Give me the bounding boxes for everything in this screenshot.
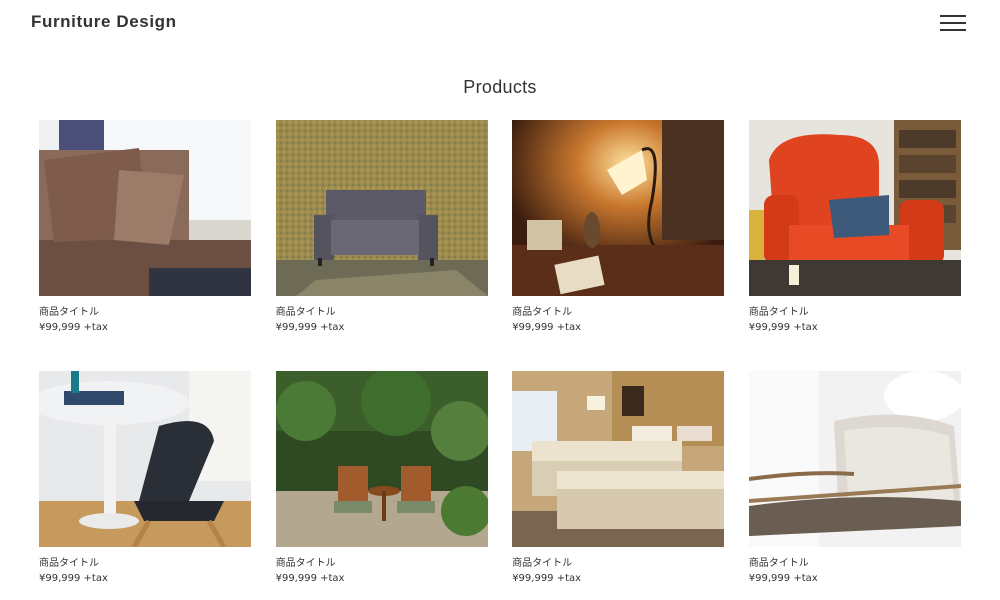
product-title[interactable]: 商品タイトル — [749, 306, 961, 319]
product-title[interactable]: 商品タイトル — [39, 557, 251, 570]
product-title[interactable]: 商品タイトル — [749, 557, 961, 570]
product-card[interactable]: 商品タイトル ¥99,999 +tax — [39, 120, 251, 334]
product-card[interactable]: 商品タイトル ¥99,999 +tax — [748, 120, 961, 334]
product-card[interactable]: 商品タイトル ¥99,999 +tax — [512, 120, 725, 334]
product-image-lounge-chair[interactable] — [748, 371, 961, 547]
product-title[interactable]: 商品タイトル — [512, 306, 724, 319]
product-image-lamp[interactable] — [512, 120, 725, 296]
product-image-beds[interactable] — [512, 371, 725, 547]
product-image-armchair[interactable] — [275, 120, 488, 296]
product-card[interactable]: 商品タイトル ¥99,999 +tax — [512, 371, 725, 585]
site-title[interactable]: Furniture Design — [31, 12, 177, 32]
product-price: ¥99,999 +tax — [512, 322, 582, 333]
product-price: ¥99,999 +tax — [39, 573, 108, 584]
site-header: Furniture Design — [0, 0, 1000, 44]
product-price: ¥99,999 +tax — [39, 322, 108, 333]
section-title: Products — [463, 77, 537, 97]
product-card[interactable]: 商品タイトル ¥99,999 +tax — [39, 371, 251, 585]
product-image-sofa[interactable] — [39, 120, 251, 296]
product-title[interactable]: 商品タイトル — [39, 306, 251, 319]
product-title[interactable]: 商品タイトル — [276, 557, 488, 570]
product-title[interactable]: 商品タイトル — [276, 306, 488, 319]
product-image-red-chair[interactable] — [748, 120, 961, 296]
product-price: ¥99,999 +tax — [748, 322, 818, 333]
hamburger-menu-icon[interactable] — [940, 14, 966, 32]
product-price: ¥99,999 +tax — [275, 573, 345, 584]
product-price: ¥99,999 +tax — [512, 573, 582, 584]
product-price: ¥99,999 +tax — [275, 322, 345, 333]
product-image-garden-chairs[interactable] — [275, 371, 488, 547]
product-card[interactable]: 商品タイトル ¥99,999 +tax — [748, 371, 961, 585]
product-card[interactable]: 商品タイトル ¥99,999 +tax — [275, 371, 488, 585]
product-title[interactable]: 商品タイトル — [512, 557, 724, 570]
product-image-dining-table[interactable] — [39, 371, 251, 547]
product-card[interactable]: 商品タイトル ¥99,999 +tax — [275, 120, 488, 334]
product-grid: 商品タイトル ¥99,999 +tax 商品タイトル ¥99,999 +tax … — [39, 120, 961, 585]
product-price: ¥99,999 +tax — [748, 573, 818, 584]
